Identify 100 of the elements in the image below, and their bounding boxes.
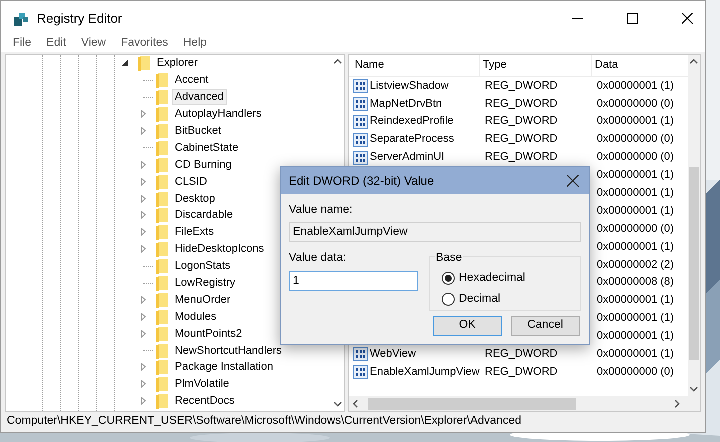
close-icon[interactable] xyxy=(682,13,693,24)
expand-arrow-icon[interactable] xyxy=(141,296,146,304)
menu-item[interactable]: Favorites xyxy=(121,35,168,53)
value-data-field[interactable]: 1 xyxy=(289,270,418,290)
value-data: 0x00000001 (1) xyxy=(597,204,674,217)
scrollbar-thumb[interactable] xyxy=(368,398,576,410)
tree-item[interactable]: Desktop xyxy=(172,190,218,207)
value-type: REG_DWORD xyxy=(485,98,558,110)
tree-item[interactable]: CLSID xyxy=(172,174,210,190)
value-data: 0x00000001 (1) xyxy=(597,330,674,342)
value-name[interactable]: MapNetDrvBtn xyxy=(370,96,442,112)
folder-icon xyxy=(137,55,151,72)
expand-arrow-icon[interactable] xyxy=(141,211,146,220)
expand-arrow-icon[interactable] xyxy=(141,363,146,372)
expand-arrow-icon[interactable] xyxy=(141,245,146,254)
binary-value-icon xyxy=(353,347,368,362)
expand-arrow-icon[interactable] xyxy=(141,397,146,406)
tree-item[interactable]: RecentDocs xyxy=(172,393,238,410)
binary-value-icon xyxy=(353,365,368,380)
value-name[interactable]: ListviewShadow xyxy=(370,78,449,94)
value-name[interactable]: WebView xyxy=(370,346,416,363)
tree-item[interactable]: FileExts xyxy=(172,224,218,240)
folder-icon xyxy=(155,326,169,342)
scroll-right-icon[interactable] xyxy=(675,400,680,408)
column-header[interactable]: Name xyxy=(349,55,480,76)
radio-label[interactable]: Decimal xyxy=(459,290,501,308)
expand-arrow-icon[interactable] xyxy=(141,380,146,388)
expand-arrow-icon[interactable] xyxy=(141,330,146,338)
value-data: 0x00000001 (1) xyxy=(597,294,674,306)
expand-arrow-icon[interactable] xyxy=(141,110,146,118)
dialog-title: Edit DWORD (32-bit) Value xyxy=(289,172,434,190)
expand-arrow-icon[interactable] xyxy=(141,160,146,169)
folder-icon xyxy=(155,190,169,207)
tree-item[interactable]: Explorer xyxy=(154,55,201,72)
scroll-up-icon[interactable] xyxy=(690,59,698,64)
tree-item[interactable]: LogonStats xyxy=(172,258,234,274)
folder-icon xyxy=(155,156,169,173)
value-data: 0x00000002 (2) xyxy=(597,258,674,271)
tree-item[interactable]: CD Burning xyxy=(172,156,235,173)
value-type: REG_DWORD xyxy=(485,348,558,360)
radio-button[interactable] xyxy=(442,292,455,306)
cancel-button[interactable]: Cancel xyxy=(511,316,580,336)
value-data: 0x00000001 (1) xyxy=(597,115,674,128)
column-header[interactable]: Data xyxy=(592,55,688,76)
tree-item[interactable]: HideDesktopIcons xyxy=(172,241,268,258)
tree-item[interactable]: Package Installation xyxy=(172,359,276,376)
ok-button[interactable]: OK xyxy=(433,316,502,336)
tree-item[interactable]: LowRegistry xyxy=(172,275,239,292)
radio-button[interactable] xyxy=(442,272,455,285)
folder-icon xyxy=(155,292,169,308)
folder-icon xyxy=(155,393,169,410)
field-label: Value name: xyxy=(289,203,354,218)
value-data: 0x00000001 (1) xyxy=(597,80,674,92)
value-name[interactable]: ReindexedProfile xyxy=(370,113,454,130)
menu-item[interactable]: Help xyxy=(183,35,208,53)
menu-item[interactable]: Edit xyxy=(46,35,66,53)
expand-arrow-icon[interactable] xyxy=(141,228,146,236)
folder-icon xyxy=(155,224,169,240)
tree-item[interactable]: Discardable xyxy=(172,207,236,224)
scrollbar-thumb[interactable] xyxy=(689,167,699,360)
value-data: 0x00000000 (0) xyxy=(597,366,674,378)
collapse-arrow-icon[interactable] xyxy=(122,60,128,66)
tree-item[interactable]: Advanced xyxy=(172,89,227,106)
tree-item[interactable]: BitBucket xyxy=(172,123,224,139)
expand-arrow-icon[interactable] xyxy=(141,194,146,203)
tree-item[interactable]: Modules xyxy=(172,308,220,325)
value-data: 0x00000001 (1) xyxy=(597,169,674,182)
tree-item[interactable]: AutoplayHandlers xyxy=(172,106,265,122)
tree-item[interactable]: PlmVolatile xyxy=(172,376,232,392)
radio-label[interactable]: Hexadecimal xyxy=(459,270,526,287)
value-data: 0x00000001 (1) xyxy=(597,348,674,360)
value-name[interactable]: ServerAdminUI xyxy=(370,149,445,166)
value-data: 0x00000001 (1) xyxy=(597,240,674,253)
tree-item[interactable]: CabinetState xyxy=(172,140,242,156)
expand-arrow-icon[interactable] xyxy=(141,127,146,135)
column-header[interactable]: Type xyxy=(480,55,592,76)
folder-icon xyxy=(155,376,169,392)
window-title: Registry Editor xyxy=(37,10,122,28)
tree-item[interactable]: MenuOrder xyxy=(172,292,234,308)
expand-arrow-icon[interactable] xyxy=(141,312,146,321)
value-name[interactable]: EnableXamlJumpView xyxy=(370,364,480,380)
menu-item[interactable]: File xyxy=(13,35,32,53)
expand-arrow-icon[interactable] xyxy=(141,178,146,186)
value-name-field[interactable]: EnableXamlJumpView xyxy=(289,222,581,242)
scroll-up-icon[interactable] xyxy=(334,59,342,64)
value-name[interactable]: SeparateProcess xyxy=(370,131,454,148)
value-data: 0x00000000 (0) xyxy=(597,151,674,164)
maximize-icon[interactable] xyxy=(627,13,638,24)
close-icon[interactable] xyxy=(567,174,579,186)
folder-icon xyxy=(155,241,169,258)
scroll-down-icon[interactable] xyxy=(690,387,698,392)
binary-value-icon xyxy=(353,132,368,147)
menu-item[interactable]: View xyxy=(81,35,106,53)
tree-item[interactable]: Accent xyxy=(172,72,212,88)
tree-item[interactable]: NewShortcutHandlers xyxy=(172,342,285,359)
folder-icon xyxy=(155,359,169,376)
folder-icon xyxy=(155,72,169,88)
tree-item[interactable]: MountPoints2 xyxy=(172,326,246,342)
scroll-down-icon[interactable] xyxy=(334,402,342,407)
scroll-left-icon[interactable] xyxy=(353,400,358,408)
